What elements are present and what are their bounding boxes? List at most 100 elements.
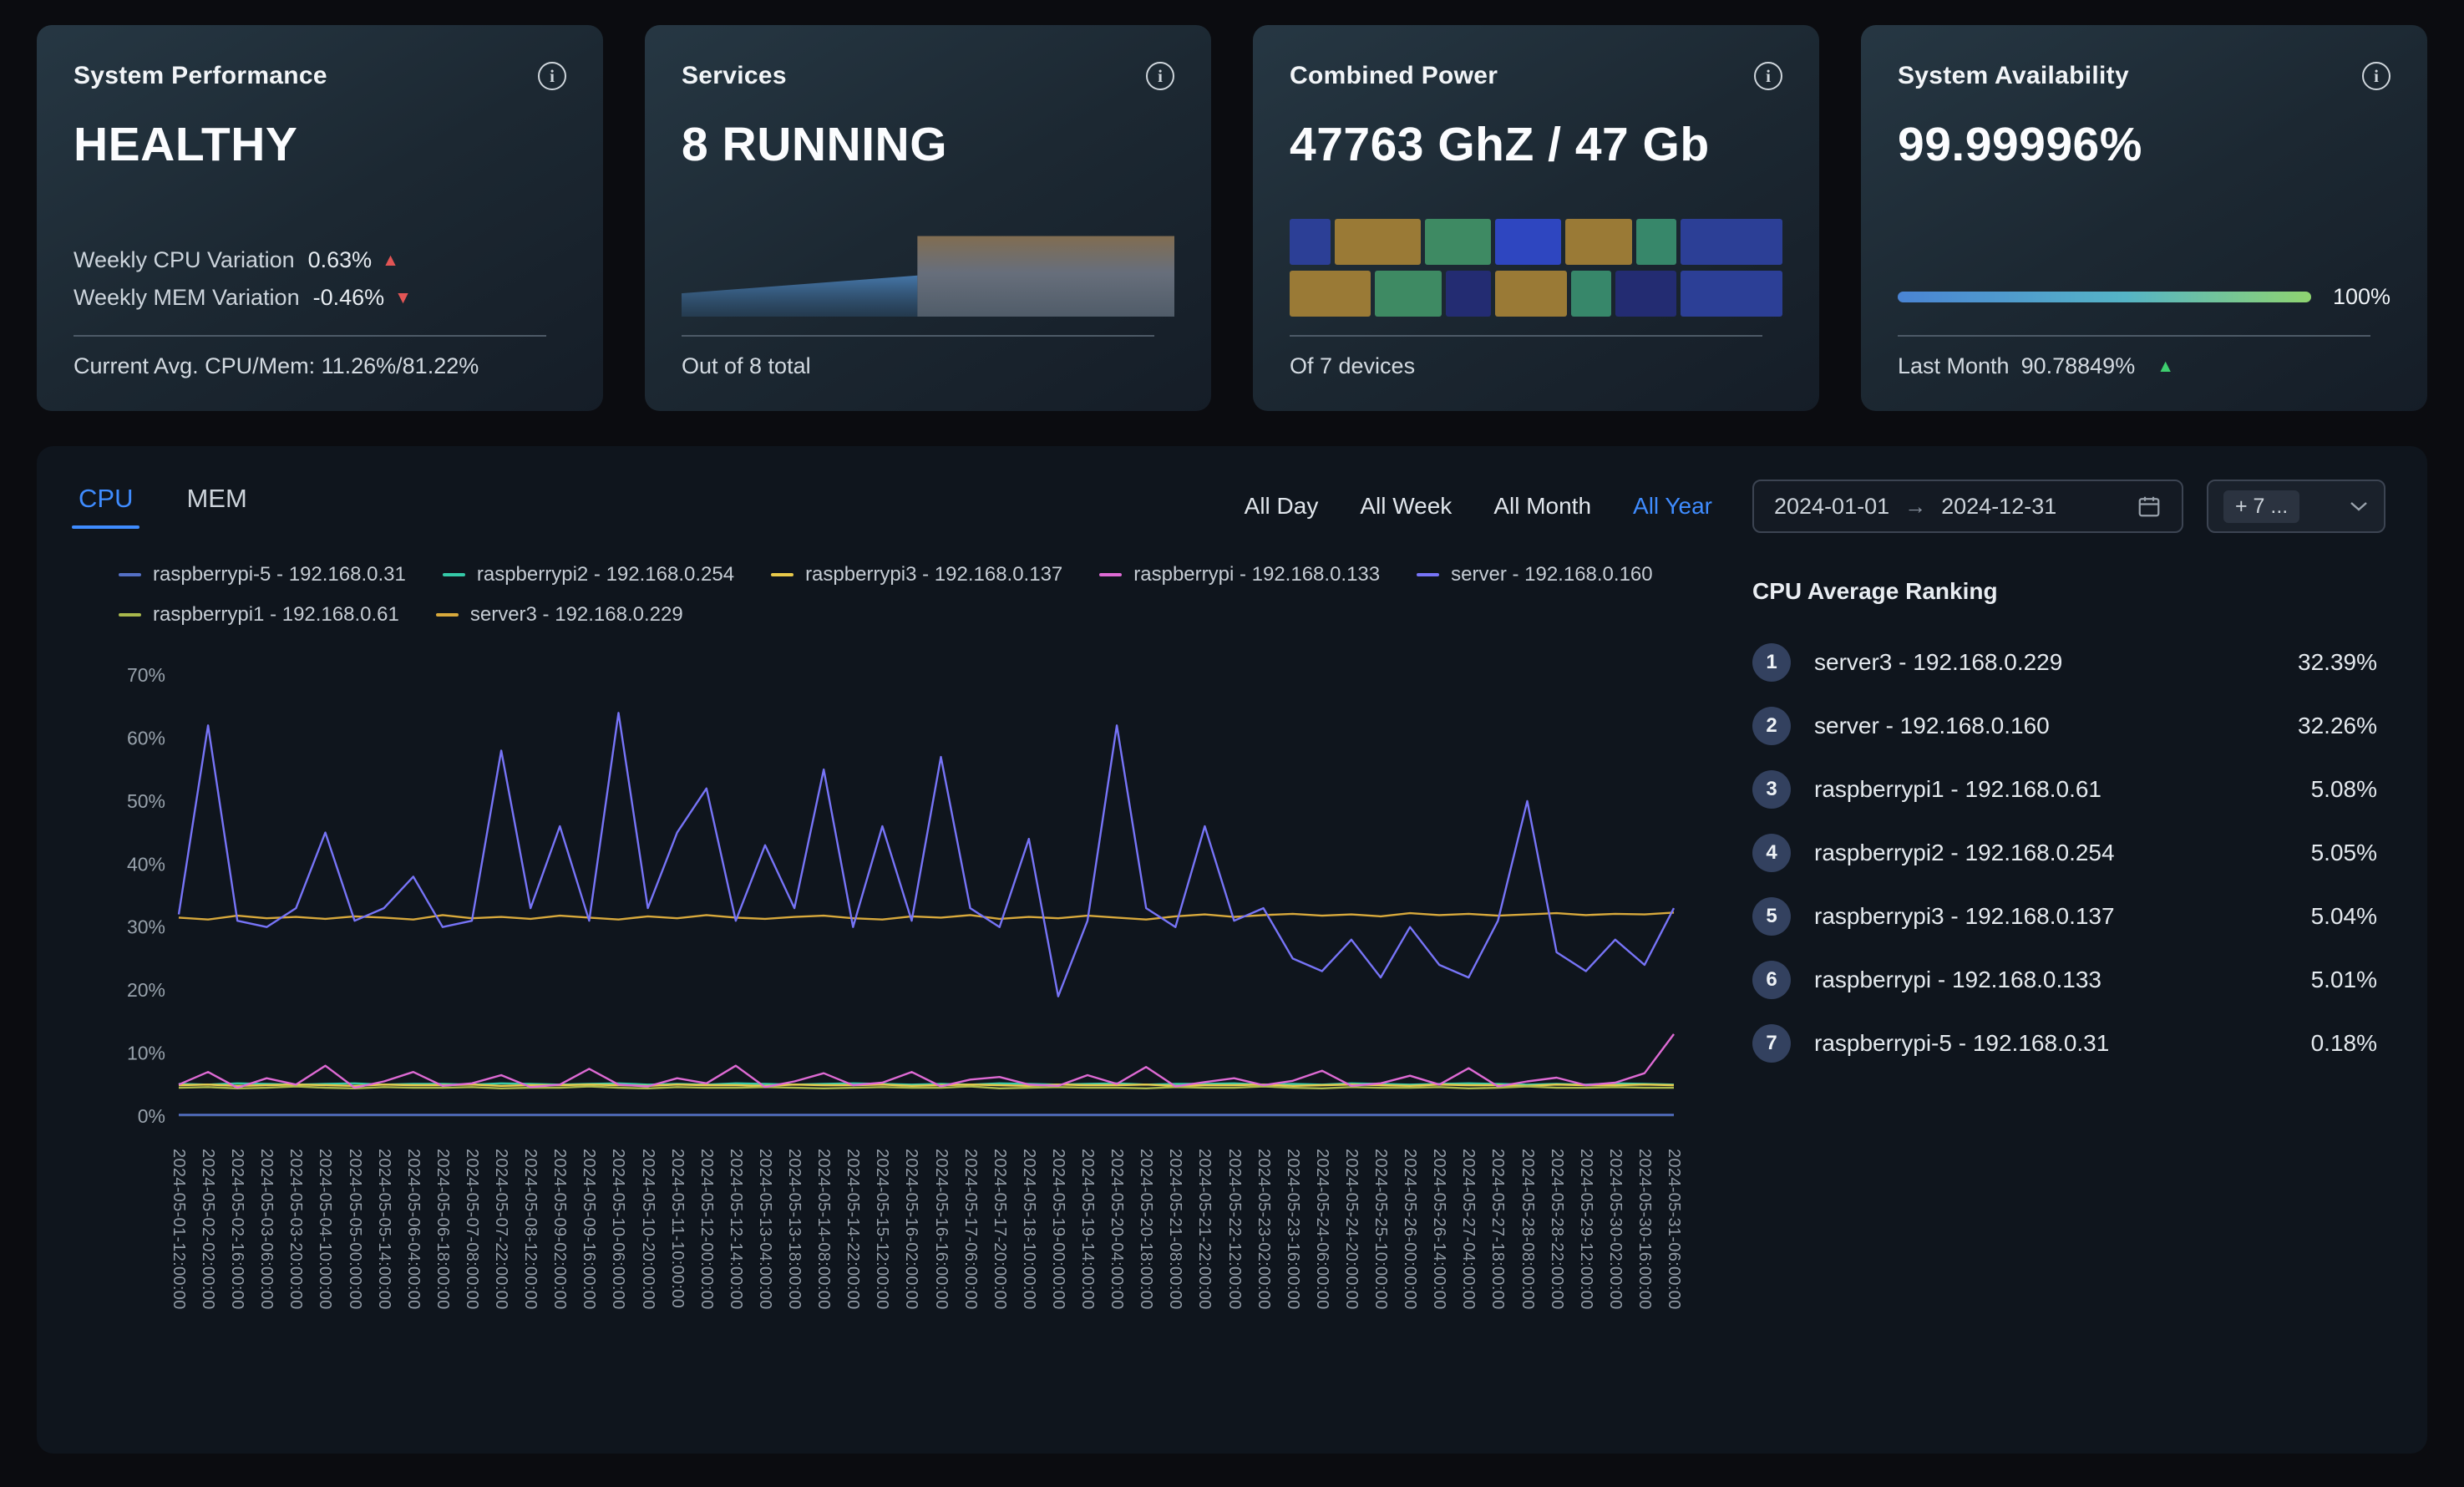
legend-item-raspberrypi-5[interactable]: raspberrypi-5 - 192.168.0.31	[119, 563, 406, 586]
range-all-day[interactable]: All Day	[1245, 493, 1319, 520]
legend-dash-icon	[119, 573, 141, 576]
legend-item-raspberrypi[interactable]: raspberrypi - 192.168.0.133	[1099, 563, 1380, 586]
legend-item-raspberrypi2[interactable]: raspberrypi2 - 192.168.0.254	[442, 563, 734, 586]
power-block	[1495, 271, 1567, 317]
series-select[interactable]: + 7 ...	[2207, 480, 2385, 533]
x-tick-label: 2024-05-07-22:00:00	[492, 1149, 511, 1310]
legend-item-server[interactable]: server - 192.168.0.160	[1417, 563, 1653, 586]
availability-value: 99.99996%	[1898, 118, 2142, 171]
mem-variation-value: -0.46%	[312, 285, 385, 310]
card-title: System Availability	[1898, 62, 2129, 89]
rank-badge: 7	[1752, 1024, 1791, 1063]
power-footer: Of 7 devices	[1290, 353, 1416, 378]
info-icon[interactable]: i	[1754, 62, 1782, 90]
x-tick-label: 2024-05-28-08:00:00	[1518, 1149, 1537, 1310]
chevron-down-icon	[2350, 502, 2367, 511]
mem-variation-line: Weekly MEM Variation -0.46% ▼	[74, 279, 566, 317]
x-tick-label: 2024-05-23-02:00:00	[1254, 1149, 1273, 1310]
ranking-title: CPU Average Ranking	[1752, 578, 1998, 604]
rank-device-name: raspberrypi3 - 192.168.0.137	[1814, 903, 2115, 929]
metric-cards-row: System Performance i HEALTHY Weekly CPU …	[37, 25, 2427, 411]
services-mini-chart[interactable]	[682, 216, 1174, 317]
info-icon[interactable]: i	[2362, 62, 2390, 90]
rank-badge: 6	[1752, 961, 1791, 999]
y-tick-label: 20%	[127, 979, 165, 1001]
legend-item-raspberrypi1[interactable]: raspberrypi1 - 192.168.0.61	[119, 603, 399, 627]
rank-value: 5.08%	[2310, 776, 2377, 802]
rank-value: 5.05%	[2310, 840, 2377, 865]
x-tick-label: 2024-05-12-14:00:00	[726, 1149, 745, 1310]
series-select-value: + 7 ...	[2223, 490, 2300, 523]
rank-value: 5.04%	[2310, 903, 2377, 929]
x-tick-label: 2024-05-26-14:00:00	[1430, 1149, 1449, 1310]
performance-status-value: HEALTHY	[74, 118, 298, 171]
x-tick-label: 2024-05-16-02:00:00	[902, 1149, 921, 1310]
x-tick-label: 2024-05-06-18:00:00	[433, 1149, 452, 1310]
ranking-list: 1 server3 - 192.168.0.229 32.39% 2 server - …	[1752, 643, 2377, 1063]
ranking-row: 6 raspberrypi - 192.168.0.133 5.01%	[1752, 961, 2377, 999]
x-tick-label: 2024-05-18-10:00:00	[1019, 1149, 1038, 1310]
series-line-raspberrypi3	[178, 1084, 1675, 1087]
power-block	[1445, 271, 1492, 317]
range-all-month[interactable]: All Month	[1493, 493, 1591, 520]
rank-device-name: server3 - 192.168.0.229	[1814, 649, 2063, 675]
x-tick-label: 2024-05-17-20:00:00	[990, 1149, 1009, 1310]
legend-dash-icon	[1417, 573, 1440, 576]
services-footer: Out of 8 total	[682, 353, 811, 378]
time-range-filters: All Day All Week All Month All Year	[1245, 493, 1712, 520]
x-tick-label: 2024-05-24-06:00:00	[1312, 1149, 1331, 1310]
x-tick-label: 2024-05-12-00:00:00	[697, 1149, 716, 1310]
legend-item-raspberrypi3[interactable]: raspberrypi3 - 192.168.0.137	[771, 563, 1062, 586]
date-range-input[interactable]: 2024-01-01 → 2024-12-31	[1752, 480, 2183, 533]
legend-item-server3[interactable]: server3 - 192.168.0.229	[435, 603, 683, 627]
chart-column: raspberrypi-5 - 192.168.0.31 raspberrypi2…	[79, 563, 1701, 1429]
rank-badge: 2	[1752, 707, 1791, 745]
series-line-server3	[178, 911, 1675, 921]
x-tick-label: 2024-05-09-02:00:00	[550, 1149, 570, 1310]
tab-mem[interactable]: MEM	[186, 484, 246, 529]
x-tick-label: 2024-05-27-18:00:00	[1488, 1149, 1508, 1310]
rank-device-name: raspberrypi-5 - 192.168.0.31	[1814, 1030, 2110, 1056]
x-tick-label: 2024-05-05-14:00:00	[374, 1149, 393, 1310]
x-tick-label: 2024-05-08-12:00:00	[521, 1149, 540, 1310]
range-all-year[interactable]: All Year	[1633, 493, 1712, 520]
legend-dash-icon	[771, 573, 794, 576]
info-icon[interactable]: i	[538, 62, 566, 90]
rank-device-name: raspberrypi2 - 192.168.0.254	[1814, 840, 2115, 865]
power-blocks-chart[interactable]	[1290, 219, 1782, 317]
rank-value: 32.39%	[2298, 649, 2377, 675]
rank-badge: 5	[1752, 897, 1791, 936]
x-tick-label: 2024-05-04-10:00:00	[316, 1149, 335, 1310]
y-tick-label: 0%	[138, 1105, 165, 1127]
card-system-performance: System Performance i HEALTHY Weekly CPU …	[37, 25, 603, 411]
power-row-1	[1290, 219, 1782, 265]
legend-label: raspberrypi1 - 192.168.0.61	[153, 603, 399, 626]
y-tick-label: 50%	[127, 790, 165, 812]
cpu-line-chart[interactable]: 0% 10% 20% 30% 40% 50% 60% 70% 2024-05-01-12:00…	[79, 652, 1701, 1336]
cpu-mem-panel: CPU MEM All Day All Week All Month All Year …	[37, 446, 2427, 1454]
x-tick-label: 2024-05-09-16:00:00	[580, 1149, 599, 1310]
x-tick-label: 2024-05-20-04:00:00	[1108, 1149, 1127, 1310]
tab-cpu[interactable]: CPU	[71, 484, 140, 529]
range-all-week[interactable]: All Week	[1360, 493, 1452, 520]
chart-plot[interactable]: 0% 10% 20% 30% 40% 50% 60% 70%	[79, 652, 1699, 1138]
power-block	[1635, 219, 1677, 265]
rank-badge: 4	[1752, 834, 1791, 872]
cpu-variation-label: Weekly CPU Variation	[74, 247, 295, 272]
info-icon[interactable]: i	[1146, 62, 1174, 90]
power-block	[1495, 219, 1562, 265]
x-tick-label: 2024-05-03-20:00:00	[286, 1149, 306, 1310]
legend-dash-icon	[1099, 573, 1123, 576]
x-tick-label: 2024-05-20-18:00:00	[1137, 1149, 1156, 1310]
ranking-row: 7 raspberrypi-5 - 192.168.0.31 0.18%	[1752, 1024, 2377, 1063]
last-month-label: Last Month	[1898, 353, 2010, 378]
services-running-value: 8 RUNNING	[682, 118, 948, 171]
x-tick-label: 2024-05-25-10:00:00	[1371, 1149, 1391, 1310]
x-tick-label: 2024-05-14-22:00:00	[844, 1149, 863, 1310]
mem-variation-label: Weekly MEM Variation	[74, 285, 300, 310]
y-tick-label: 10%	[127, 1043, 165, 1064]
trend-down-icon: ▼	[394, 288, 412, 307]
divider	[1290, 335, 1763, 337]
x-tick-label: 2024-05-26-00:00:00	[1401, 1149, 1420, 1310]
y-tick-label: 70%	[127, 664, 165, 686]
